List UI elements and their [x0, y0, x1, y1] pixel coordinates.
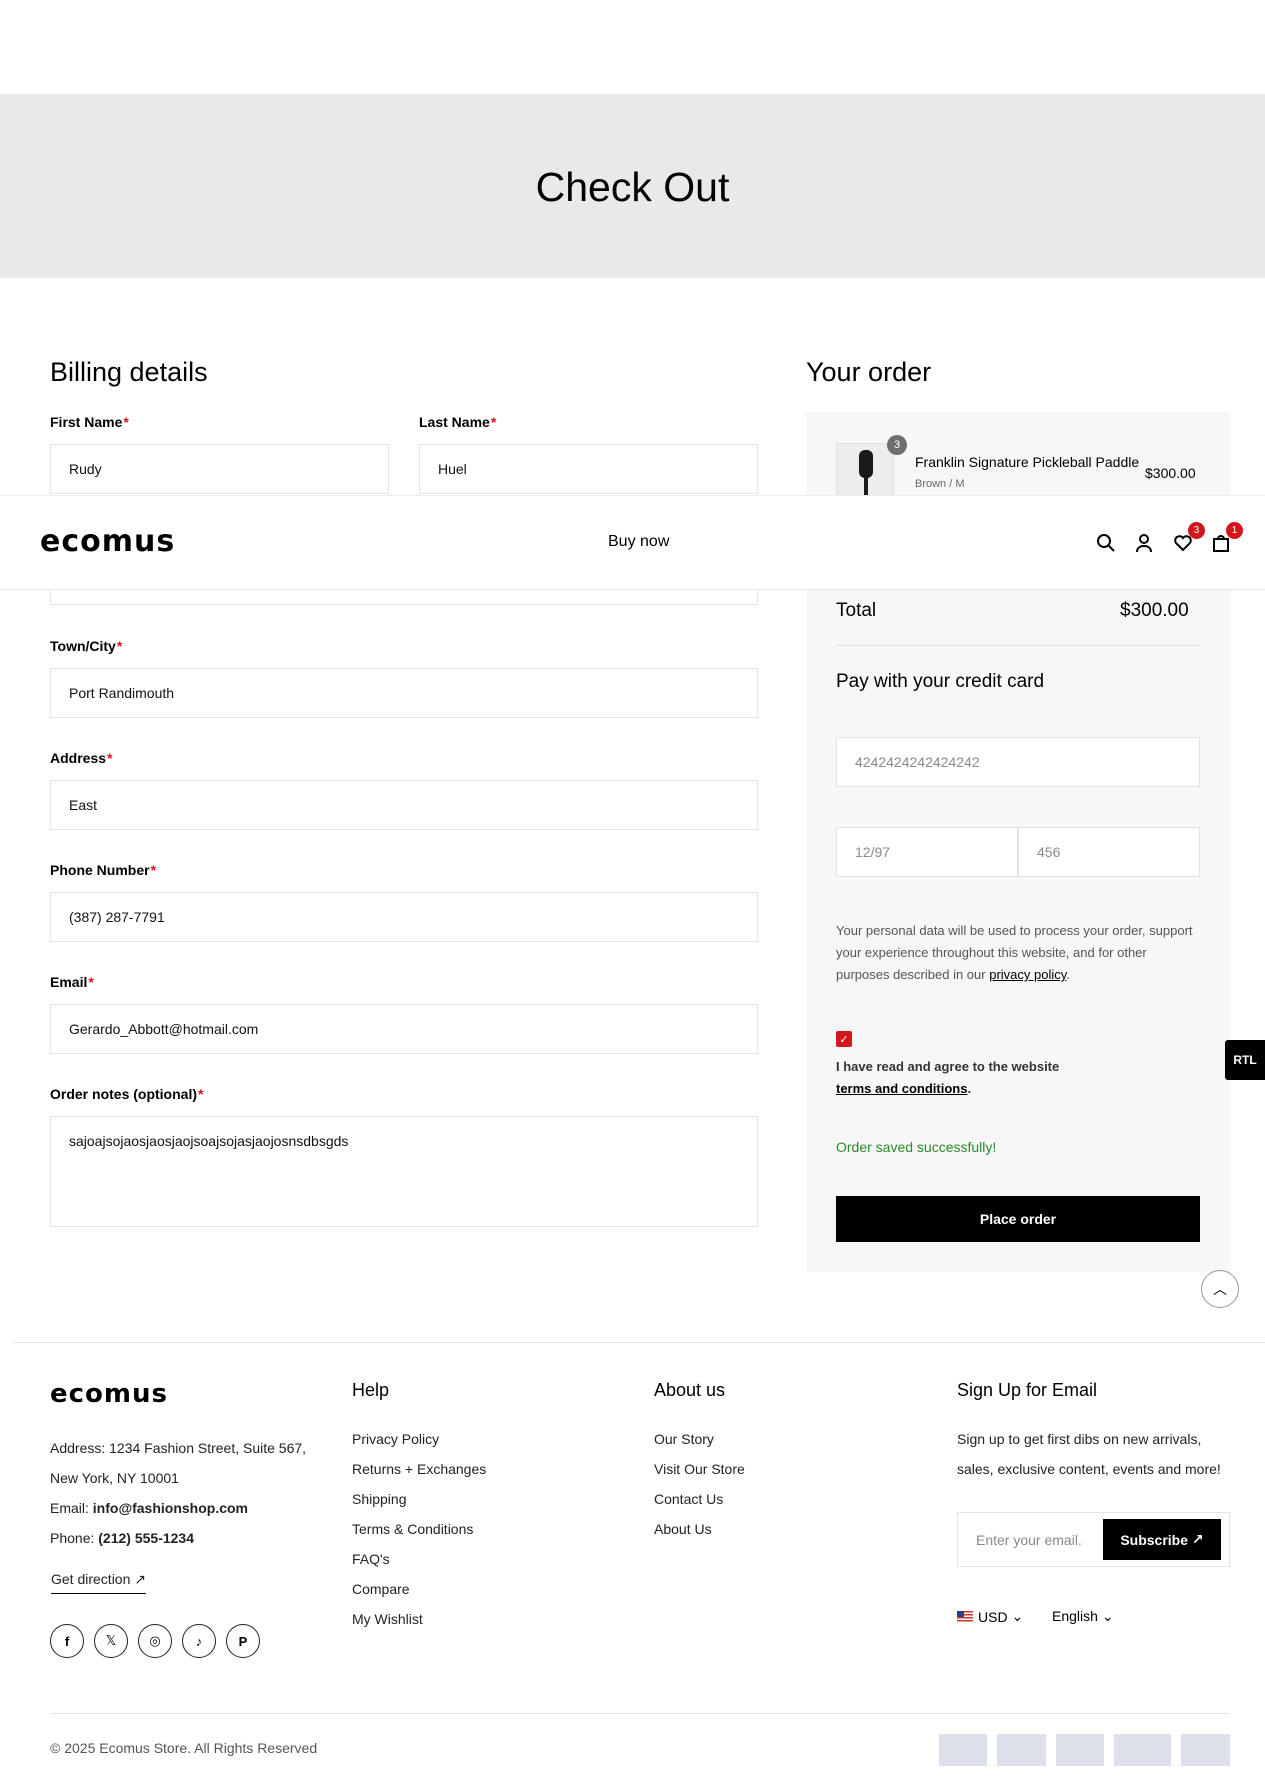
- last-name-label: Last Name*: [419, 414, 497, 430]
- footer-logo[interactable]: ecomus: [50, 1379, 168, 1409]
- success-message: Order saved successfully!: [836, 1139, 997, 1155]
- chevron-up-icon: ︿: [1213, 1281, 1227, 1297]
- product-variant: Brown / M: [915, 478, 965, 490]
- card-cvc-input[interactable]: 456: [1018, 827, 1200, 877]
- card-number-input[interactable]: 4242424242424242: [836, 737, 1200, 787]
- discover-icon: [1181, 1734, 1230, 1766]
- paypal-icon: [997, 1734, 1046, 1766]
- currency-select[interactable]: USD ⌄: [957, 1608, 1023, 1625]
- about-link[interactable]: About Us: [654, 1521, 712, 1537]
- bag-icon[interactable]: 1: [1208, 522, 1243, 556]
- quantity-badge: 3: [887, 435, 907, 455]
- signup-text: Sign up to get first dibs on new arrival…: [957, 1431, 1202, 1447]
- billing-title: Billing details: [50, 357, 208, 387]
- amex-icon: [1114, 1734, 1171, 1766]
- help-link[interactable]: FAQ's: [352, 1551, 390, 1567]
- total-value: $300.00: [1120, 600, 1189, 621]
- product-name: Franklin Signature Pickleball Paddle: [915, 454, 1140, 470]
- footer-phone: Phone: (212) 555-1234: [50, 1530, 195, 1546]
- about-link[interactable]: Contact Us: [654, 1491, 723, 1507]
- rtl-toggle[interactable]: RTL: [1225, 1040, 1265, 1080]
- heart-icon[interactable]: 3: [1170, 522, 1205, 556]
- help-link[interactable]: Privacy Policy: [352, 1431, 439, 1447]
- footer-address: Address: 1234 Fashion Street, Suite 567,: [50, 1440, 307, 1456]
- order-title: Your order: [806, 357, 932, 387]
- email-field[interactable]: Gerardo_Abbott@hotmail.com: [50, 1004, 758, 1054]
- about-link[interactable]: Our Story: [654, 1431, 714, 1447]
- wishlist-count-badge: 3: [1188, 522, 1205, 539]
- mastercard-icon: [1056, 1734, 1104, 1766]
- scroll-top-button[interactable]: ︿: [1201, 1270, 1239, 1308]
- visa-icon: [939, 1734, 987, 1766]
- tiktok-icon[interactable]: ♪: [182, 1624, 216, 1658]
- help-link[interactable]: Compare: [352, 1581, 410, 1597]
- order-notes-textarea[interactable]: sajoajsojaosjaosjaojsoajsojasjaojosnsdbs…: [50, 1116, 758, 1227]
- facebook-icon[interactable]: f: [50, 1624, 84, 1658]
- order-notes-label: Order notes (optional)*: [50, 1086, 204, 1102]
- privacy-link[interactable]: privacy policy: [989, 967, 1066, 982]
- phone-field[interactable]: (387) 287-7791: [50, 892, 758, 942]
- language-select[interactable]: English ⌄: [1052, 1608, 1114, 1625]
- help-link[interactable]: Shipping: [352, 1491, 407, 1507]
- last-name-field[interactable]: Huel: [419, 444, 758, 494]
- copyright-divider: [50, 1713, 1230, 1714]
- cart-count-badge: 1: [1226, 522, 1243, 539]
- first-name-field[interactable]: Rudy: [50, 444, 389, 494]
- card-expiry-input[interactable]: 12/97: [836, 827, 1018, 877]
- user-icon[interactable]: [1131, 530, 1157, 556]
- copyright: © 2025 Ecomus Store. All Rights Reserved: [50, 1740, 318, 1756]
- x-icon[interactable]: 𝕏: [94, 1624, 128, 1658]
- email-label: Email*: [50, 974, 94, 990]
- first-name-label: First Name*: [50, 414, 129, 430]
- help-title: Help: [352, 1380, 390, 1400]
- help-link[interactable]: Returns + Exchanges: [352, 1461, 486, 1477]
- footer-address-line2: New York, NY 10001: [50, 1470, 179, 1486]
- signup-title: Sign Up for Email: [957, 1380, 1098, 1400]
- about-link[interactable]: Visit Our Store: [654, 1461, 745, 1477]
- instagram-icon[interactable]: ◎: [138, 1624, 172, 1658]
- total-label: Total: [836, 600, 877, 621]
- terms-link[interactable]: terms and conditions: [836, 1081, 967, 1096]
- town-label: Town/City*: [50, 638, 123, 654]
- help-link[interactable]: Terms & Conditions: [352, 1521, 473, 1537]
- product-thumbnail: [836, 443, 894, 498]
- signup-text-line2: sales, exclusive content, events and mor…: [957, 1461, 1221, 1477]
- pay-title: Pay with your credit card: [836, 671, 1045, 692]
- logo[interactable]: ecomus: [40, 524, 175, 559]
- place-order-button[interactable]: Place order: [836, 1196, 1200, 1242]
- terms-checkbox[interactable]: ✓: [836, 1031, 852, 1047]
- arrow-up-right-icon: ↗: [134, 1571, 146, 1587]
- subscribe-button[interactable]: Subscribe ↗: [1103, 1519, 1221, 1560]
- newsletter-form: Enter your email. Subscribe ↗: [957, 1512, 1230, 1567]
- chevron-down-icon: ⌄: [1011, 1608, 1024, 1624]
- privacy-text: Your personal data will be used to proce…: [836, 923, 1193, 982]
- paddle-image: [859, 450, 873, 495]
- footer-email-link[interactable]: info@fashionshop.com: [93, 1500, 248, 1516]
- help-link[interactable]: My Wishlist: [352, 1611, 423, 1627]
- total-divider: [836, 645, 1200, 646]
- page-title: Check Out: [535, 164, 730, 210]
- site-header: ecomus Buy now 3 1: [0, 495, 1265, 590]
- address-label: Address*: [50, 750, 113, 766]
- town-field[interactable]: Port Randimouth: [50, 668, 758, 718]
- get-direction-link[interactable]: Get direction ↗: [51, 1571, 146, 1594]
- product-price: $300.00: [1145, 465, 1196, 481]
- search-icon[interactable]: [1093, 530, 1119, 556]
- agree-text: I have read and agree to the website ter…: [836, 1059, 1060, 1096]
- about-title: About us: [654, 1380, 726, 1400]
- footer-email: Email: info@fashionshop.com: [50, 1500, 248, 1516]
- arrow-up-right-icon: ↗: [1191, 1531, 1204, 1547]
- chevron-down-icon: ⌄: [1101, 1608, 1114, 1624]
- footer-divider: [14, 1342, 1265, 1343]
- nav-buy-now[interactable]: Buy now: [608, 533, 669, 551]
- phone-label: Phone Number*: [50, 862, 157, 878]
- address-field[interactable]: East: [50, 780, 758, 830]
- pinterest-icon[interactable]: P: [226, 1624, 260, 1658]
- newsletter-email-input[interactable]: Enter your email.: [976, 1532, 1082, 1548]
- us-flag-icon: [957, 1611, 973, 1622]
- page-hero: Check Out: [0, 94, 1265, 278]
